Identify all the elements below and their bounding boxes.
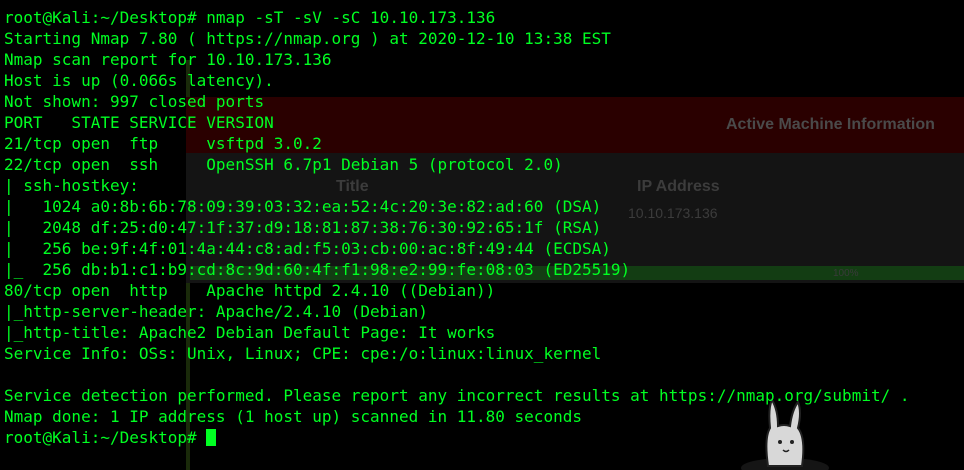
terminal-line: root@Kali:~/Desktop# nmap -sT -sV -sC 10… xyxy=(4,8,496,27)
terminal-line: Starting Nmap 7.80 ( https://nmap.org ) … xyxy=(4,29,611,48)
terminal-cursor xyxy=(206,429,217,446)
terminal-line: | 256 be:9f:4f:01:4a:44:c8:ad:f5:03:cb:0… xyxy=(4,239,611,258)
terminal-output[interactable]: root@Kali:~/Desktop# nmap -sT -sV -sC 10… xyxy=(4,7,964,448)
terminal-line: PORT STATE SERVICE VERSION xyxy=(4,113,274,132)
terminal-line: |_http-title: Apache2 Debian Default Pag… xyxy=(4,323,496,342)
terminal-line: 22/tcp open ssh OpenSSH 6.7p1 Debian 5 (… xyxy=(4,155,563,174)
terminal-line: Nmap done: 1 IP address (1 host up) scan… xyxy=(4,407,582,426)
terminal-line: Service detection performed. Please repo… xyxy=(4,386,910,405)
terminal-line: 80/tcp open http Apache httpd 2.4.10 ((D… xyxy=(4,281,496,300)
terminal-line: |_ 256 db:b1:c1:b9:cd:8c:9d:60:4f:f1:98:… xyxy=(4,260,631,279)
terminal-line: | 2048 df:25:d0:47:1f:37:d9:18:81:87:38:… xyxy=(4,218,602,237)
terminal-line: Service Info: OSs: Unix, Linux; CPE: cpe… xyxy=(4,344,602,363)
terminal-line: 21/tcp open ftp vsftpd 3.0.2 xyxy=(4,134,322,153)
terminal-line: Host is up (0.066s latency). xyxy=(4,71,274,90)
terminal-line: |_http-server-header: Apache/2.4.10 (Deb… xyxy=(4,302,428,321)
terminal-line: Nmap scan report for 10.10.173.136 xyxy=(4,50,332,69)
terminal-prompt-line[interactable]: root@Kali:~/Desktop# xyxy=(4,427,964,448)
terminal-line: | ssh-hostkey: xyxy=(4,176,149,195)
terminal-prompt: root@Kali:~/Desktop# xyxy=(4,428,207,447)
terminal-line: | 1024 a0:8b:6b:78:09:39:03:32:ea:52:4c:… xyxy=(4,197,602,216)
terminal-line: Not shown: 997 closed ports xyxy=(4,92,265,111)
